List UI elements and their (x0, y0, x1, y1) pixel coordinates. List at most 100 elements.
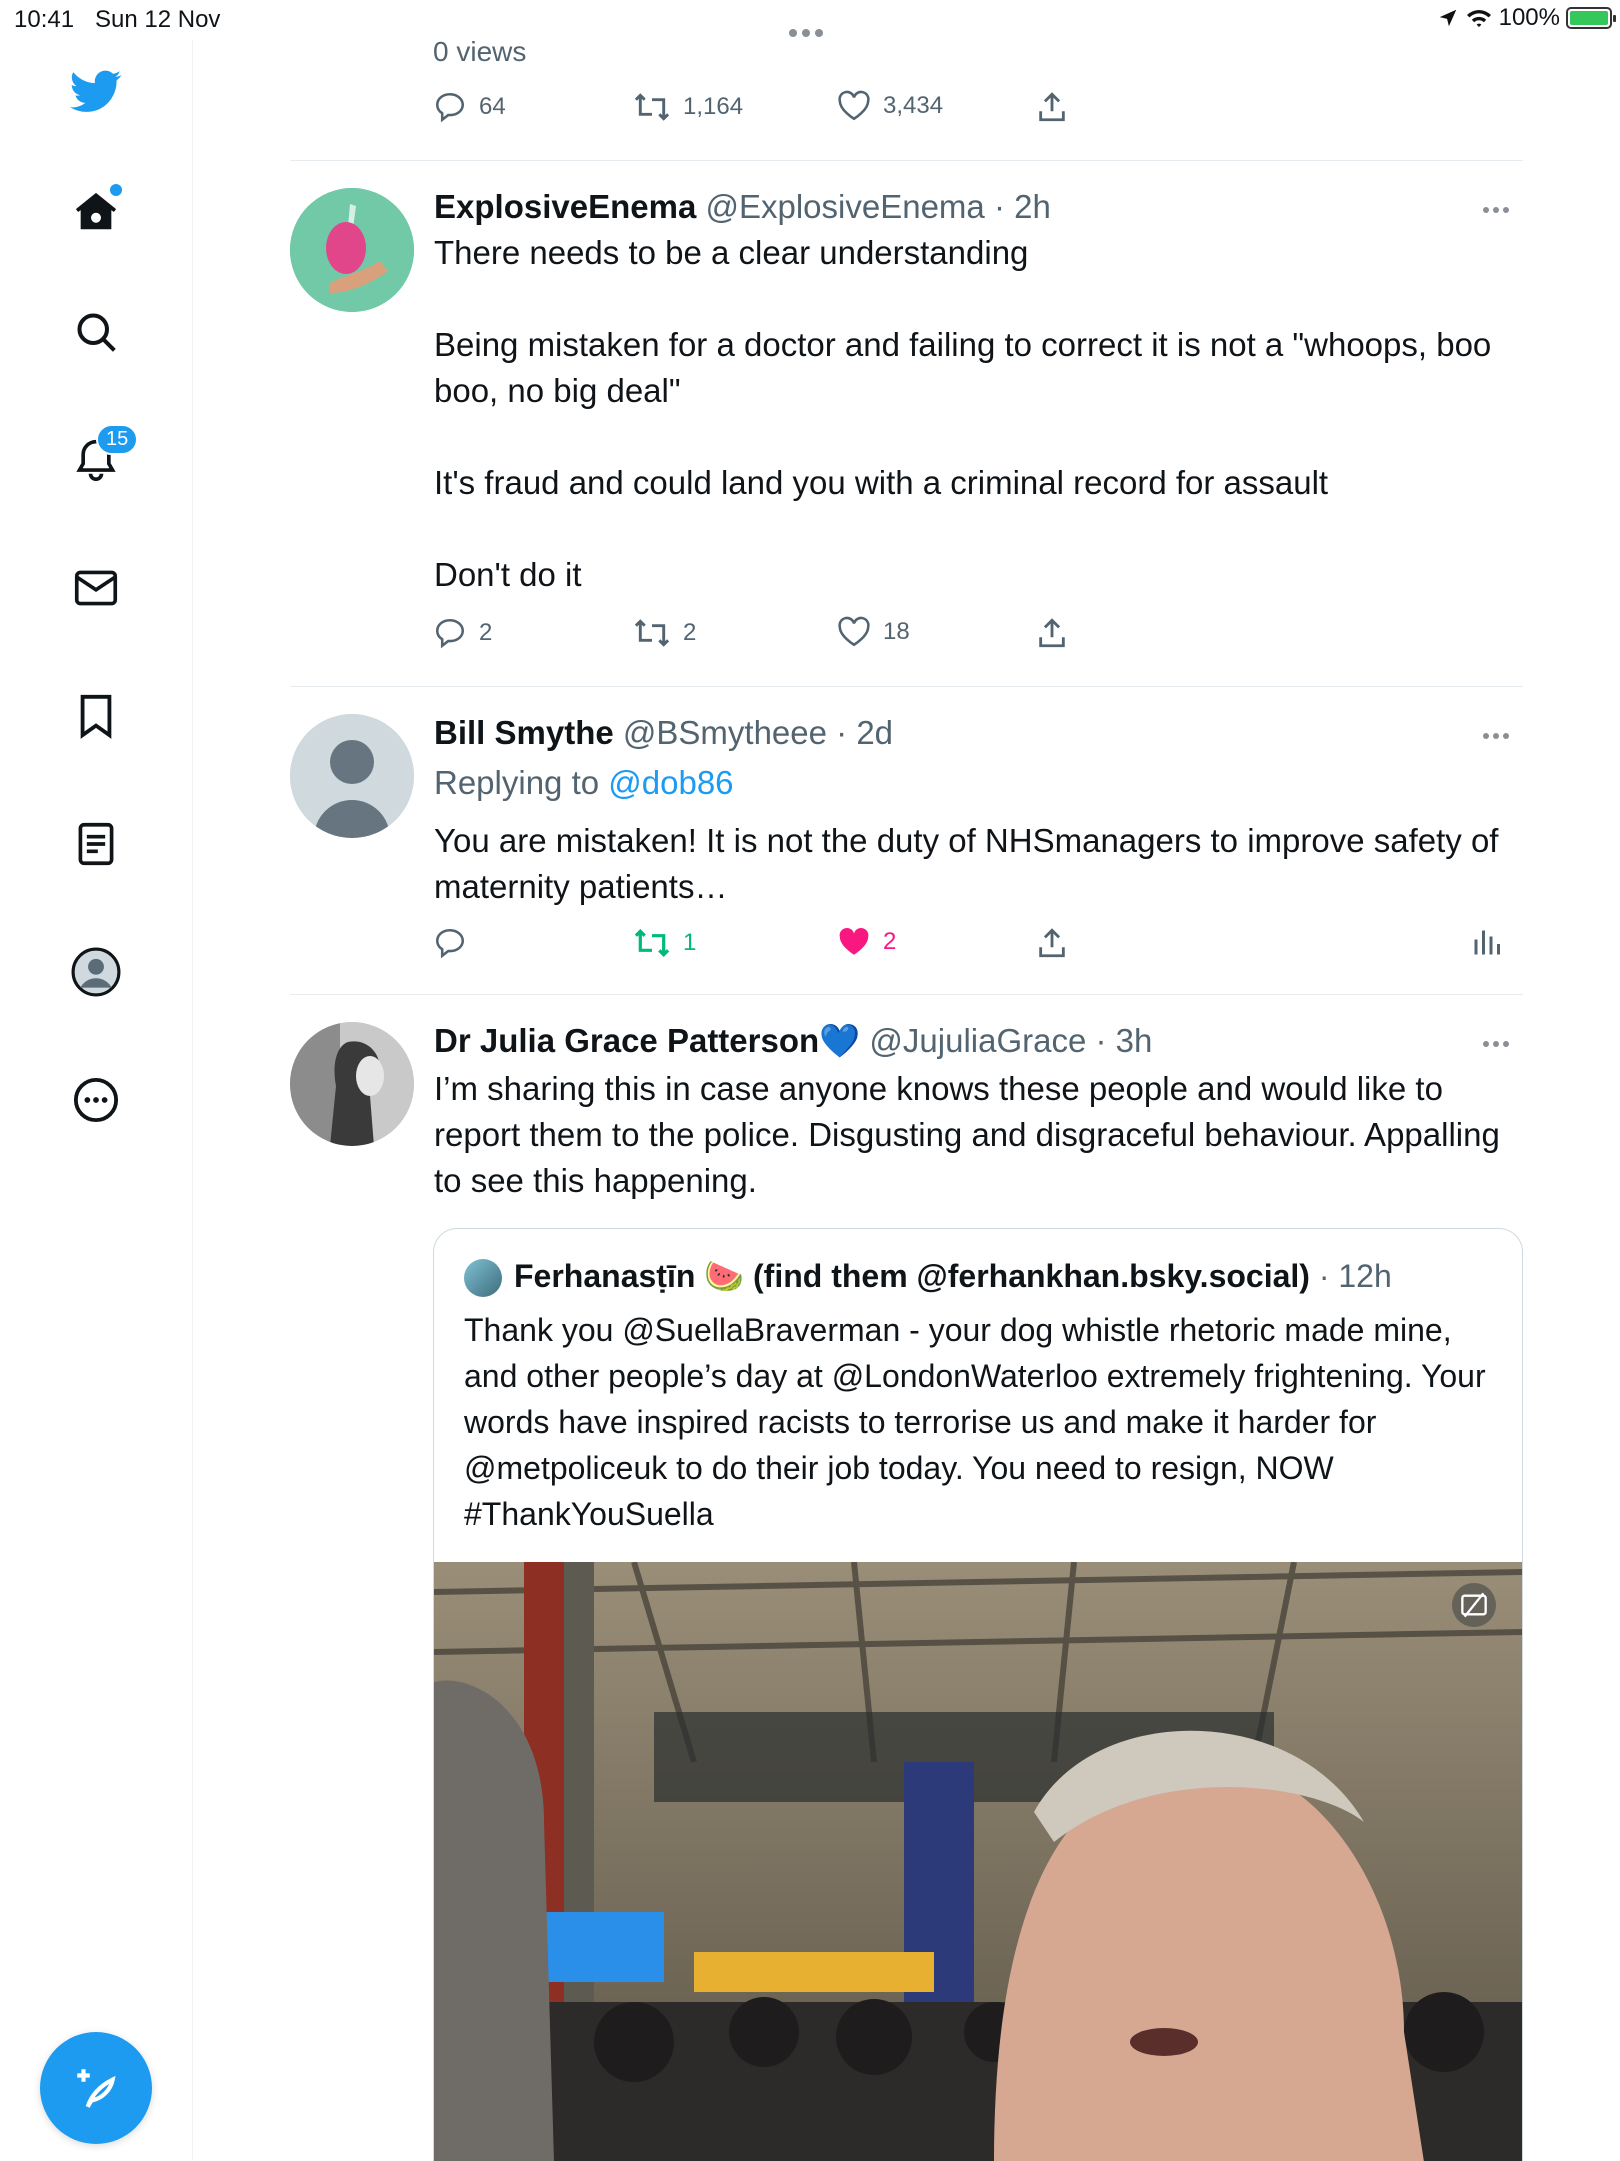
analytics-icon (1474, 930, 1500, 955)
multitasking-dots-icon[interactable] (789, 16, 831, 37)
top-tweet-actions: 64 1,164 3,434 (433, 90, 1523, 130)
like-count: 2 (883, 928, 897, 955)
retweet-icon (634, 619, 670, 647)
analytics-button[interactable] (1473, 926, 1503, 956)
avatar[interactable] (290, 714, 414, 838)
retweet-count: 1,164 (683, 93, 744, 120)
tweet-time[interactable]: · 2h (994, 188, 1051, 225)
share-button[interactable] (1037, 616, 1067, 650)
tweet-more-icon[interactable] (1483, 1034, 1523, 1054)
like-count: 3,434 (883, 92, 944, 119)
author-handle[interactable]: @BSmytheee (623, 714, 827, 751)
tweet-actions: 1 2 (433, 926, 1523, 966)
nav-home[interactable] (66, 182, 126, 242)
like-button[interactable]: 3,434 (837, 90, 943, 122)
battery-icon (1566, 7, 1616, 29)
divider (290, 686, 1523, 687)
nav-messages[interactable] (66, 558, 126, 618)
tweet-more-icon[interactable] (1483, 200, 1523, 220)
tweet-line: Don't do it (434, 556, 582, 593)
nav-more[interactable] (66, 1070, 126, 1130)
status-time: 10:41 (14, 6, 75, 33)
reply-button[interactable]: 64 (433, 90, 506, 124)
quoted-author-name: Ferhanasṭīn 🍉 (find them @ferhankhan.bsk… (514, 1258, 1310, 1294)
tweet-bill-smythe[interactable]: Bill Smythe @BSmytheee · 2d Replying to … (290, 714, 1523, 954)
compose-tweet-button[interactable] (40, 2032, 152, 2144)
nav-bookmarks[interactable] (66, 686, 126, 746)
reply-count: 64 (479, 93, 506, 120)
tweet-julia-patterson[interactable]: Dr Julia Grace Patterson💙 @JujuliaGrace … (290, 1022, 1523, 1222)
blue-heart-emoji: 💙 (819, 1022, 861, 1059)
home-new-dot (110, 184, 122, 196)
author-name[interactable]: ExplosiveEnema (434, 188, 696, 225)
reply-icon (435, 618, 465, 649)
replying-label: Replying to (434, 764, 609, 801)
tweet-time[interactable]: · 2d (836, 714, 893, 751)
author-handle[interactable]: @JujuliaGrace (869, 1022, 1086, 1059)
nav-lists[interactable] (66, 814, 126, 874)
tweet-line: Being mistaken for a doctor and failing … (434, 326, 1492, 409)
status-right: 100% (1437, 4, 1616, 32)
avatar[interactable] (290, 1022, 414, 1146)
nav-notifications[interactable]: 15 (66, 424, 139, 490)
divider (290, 994, 1523, 995)
reply-button[interactable]: 2 (433, 616, 492, 650)
retweet-button[interactable]: 1 (633, 926, 696, 960)
tweet-header: ExplosiveEnema @ExplosiveEnema · 2h (434, 188, 1051, 226)
like-count: 18 (883, 618, 910, 645)
tweet-header: Bill Smythe @BSmytheee · 2d (434, 714, 893, 752)
tweet-text: There needs to be a clear understanding … (434, 230, 1509, 598)
quoted-header: Ferhanasṭīn 🍉 (find them @ferhankhan.bsk… (514, 1257, 1392, 1295)
retweet-icon (634, 93, 670, 121)
sidebar: 15 (0, 40, 193, 2160)
location-arrow-icon (1439, 9, 1456, 27)
share-button[interactable] (1037, 90, 1067, 124)
replying-to-link[interactable]: @dob86 (608, 764, 733, 801)
share-icon (1039, 92, 1065, 122)
like-button[interactable]: 18 (837, 616, 910, 648)
mail-icon (74, 570, 118, 606)
captions-icon[interactable] (1460, 1592, 1488, 1618)
battery-percent: 100% (1498, 4, 1560, 31)
station-crowd-image (434, 1562, 1522, 2161)
author-name[interactable]: Bill Smythe (434, 714, 614, 751)
tweet-more-icon[interactable] (1483, 726, 1523, 746)
retweet-count: 1 (683, 929, 697, 956)
twitter-logo-icon[interactable] (66, 62, 126, 122)
heart-icon (838, 90, 870, 121)
like-button[interactable]: 2 (837, 926, 896, 958)
retweet-button[interactable]: 1,164 (633, 90, 743, 124)
replying-to: Replying to @dob86 (434, 764, 734, 802)
bookmark-icon (80, 694, 112, 739)
tweet-time[interactable]: · 3h (1096, 1022, 1153, 1059)
nav-explore[interactable] (66, 302, 126, 362)
quoted-time: · 12h (1318, 1258, 1392, 1294)
list-icon (78, 822, 114, 866)
tweet-actions: 2 2 18 (433, 616, 1523, 656)
heart-icon (838, 616, 870, 647)
quoted-text: Thank you @SuellaBraverman - your dog wh… (464, 1312, 1486, 1532)
feather-plus-icon (77, 2069, 116, 2108)
retweet-button[interactable]: 2 (633, 616, 696, 650)
share-button[interactable] (1037, 926, 1067, 960)
divider (290, 160, 1523, 161)
tweet-line: There needs to be a clear understanding (434, 234, 1029, 271)
quoted-video[interactable] (434, 1562, 1522, 2161)
share-icon (1039, 618, 1065, 648)
author-name[interactable]: Dr Julia Grace Patterson (434, 1022, 819, 1059)
notifications-badge: 15 (96, 424, 139, 455)
search-icon (77, 313, 116, 352)
wifi-icon (1466, 10, 1491, 27)
reply-button[interactable] (433, 926, 467, 960)
quoted-avatar (464, 1259, 502, 1297)
tweet-explosiveenema[interactable]: ExplosiveEnema @ExplosiveEnema · 2h Ther… (290, 188, 1523, 678)
nav-profile[interactable] (66, 942, 126, 1002)
reply-count: 2 (479, 619, 493, 646)
tweet-line: It's fraud and could land you with a cri… (434, 464, 1329, 501)
author-handle[interactable]: @ExplosiveEnema (705, 188, 984, 225)
reply-icon (435, 92, 465, 123)
status-bar: 10:41 Sun 12 Nov 100% (0, 0, 1620, 40)
retweet-count: 2 (683, 619, 697, 646)
avatar[interactable] (290, 188, 414, 312)
quoted-tweet[interactable]: Ferhanasṭīn 🍉 (find them @ferhankhan.bsk… (433, 1228, 1523, 2161)
